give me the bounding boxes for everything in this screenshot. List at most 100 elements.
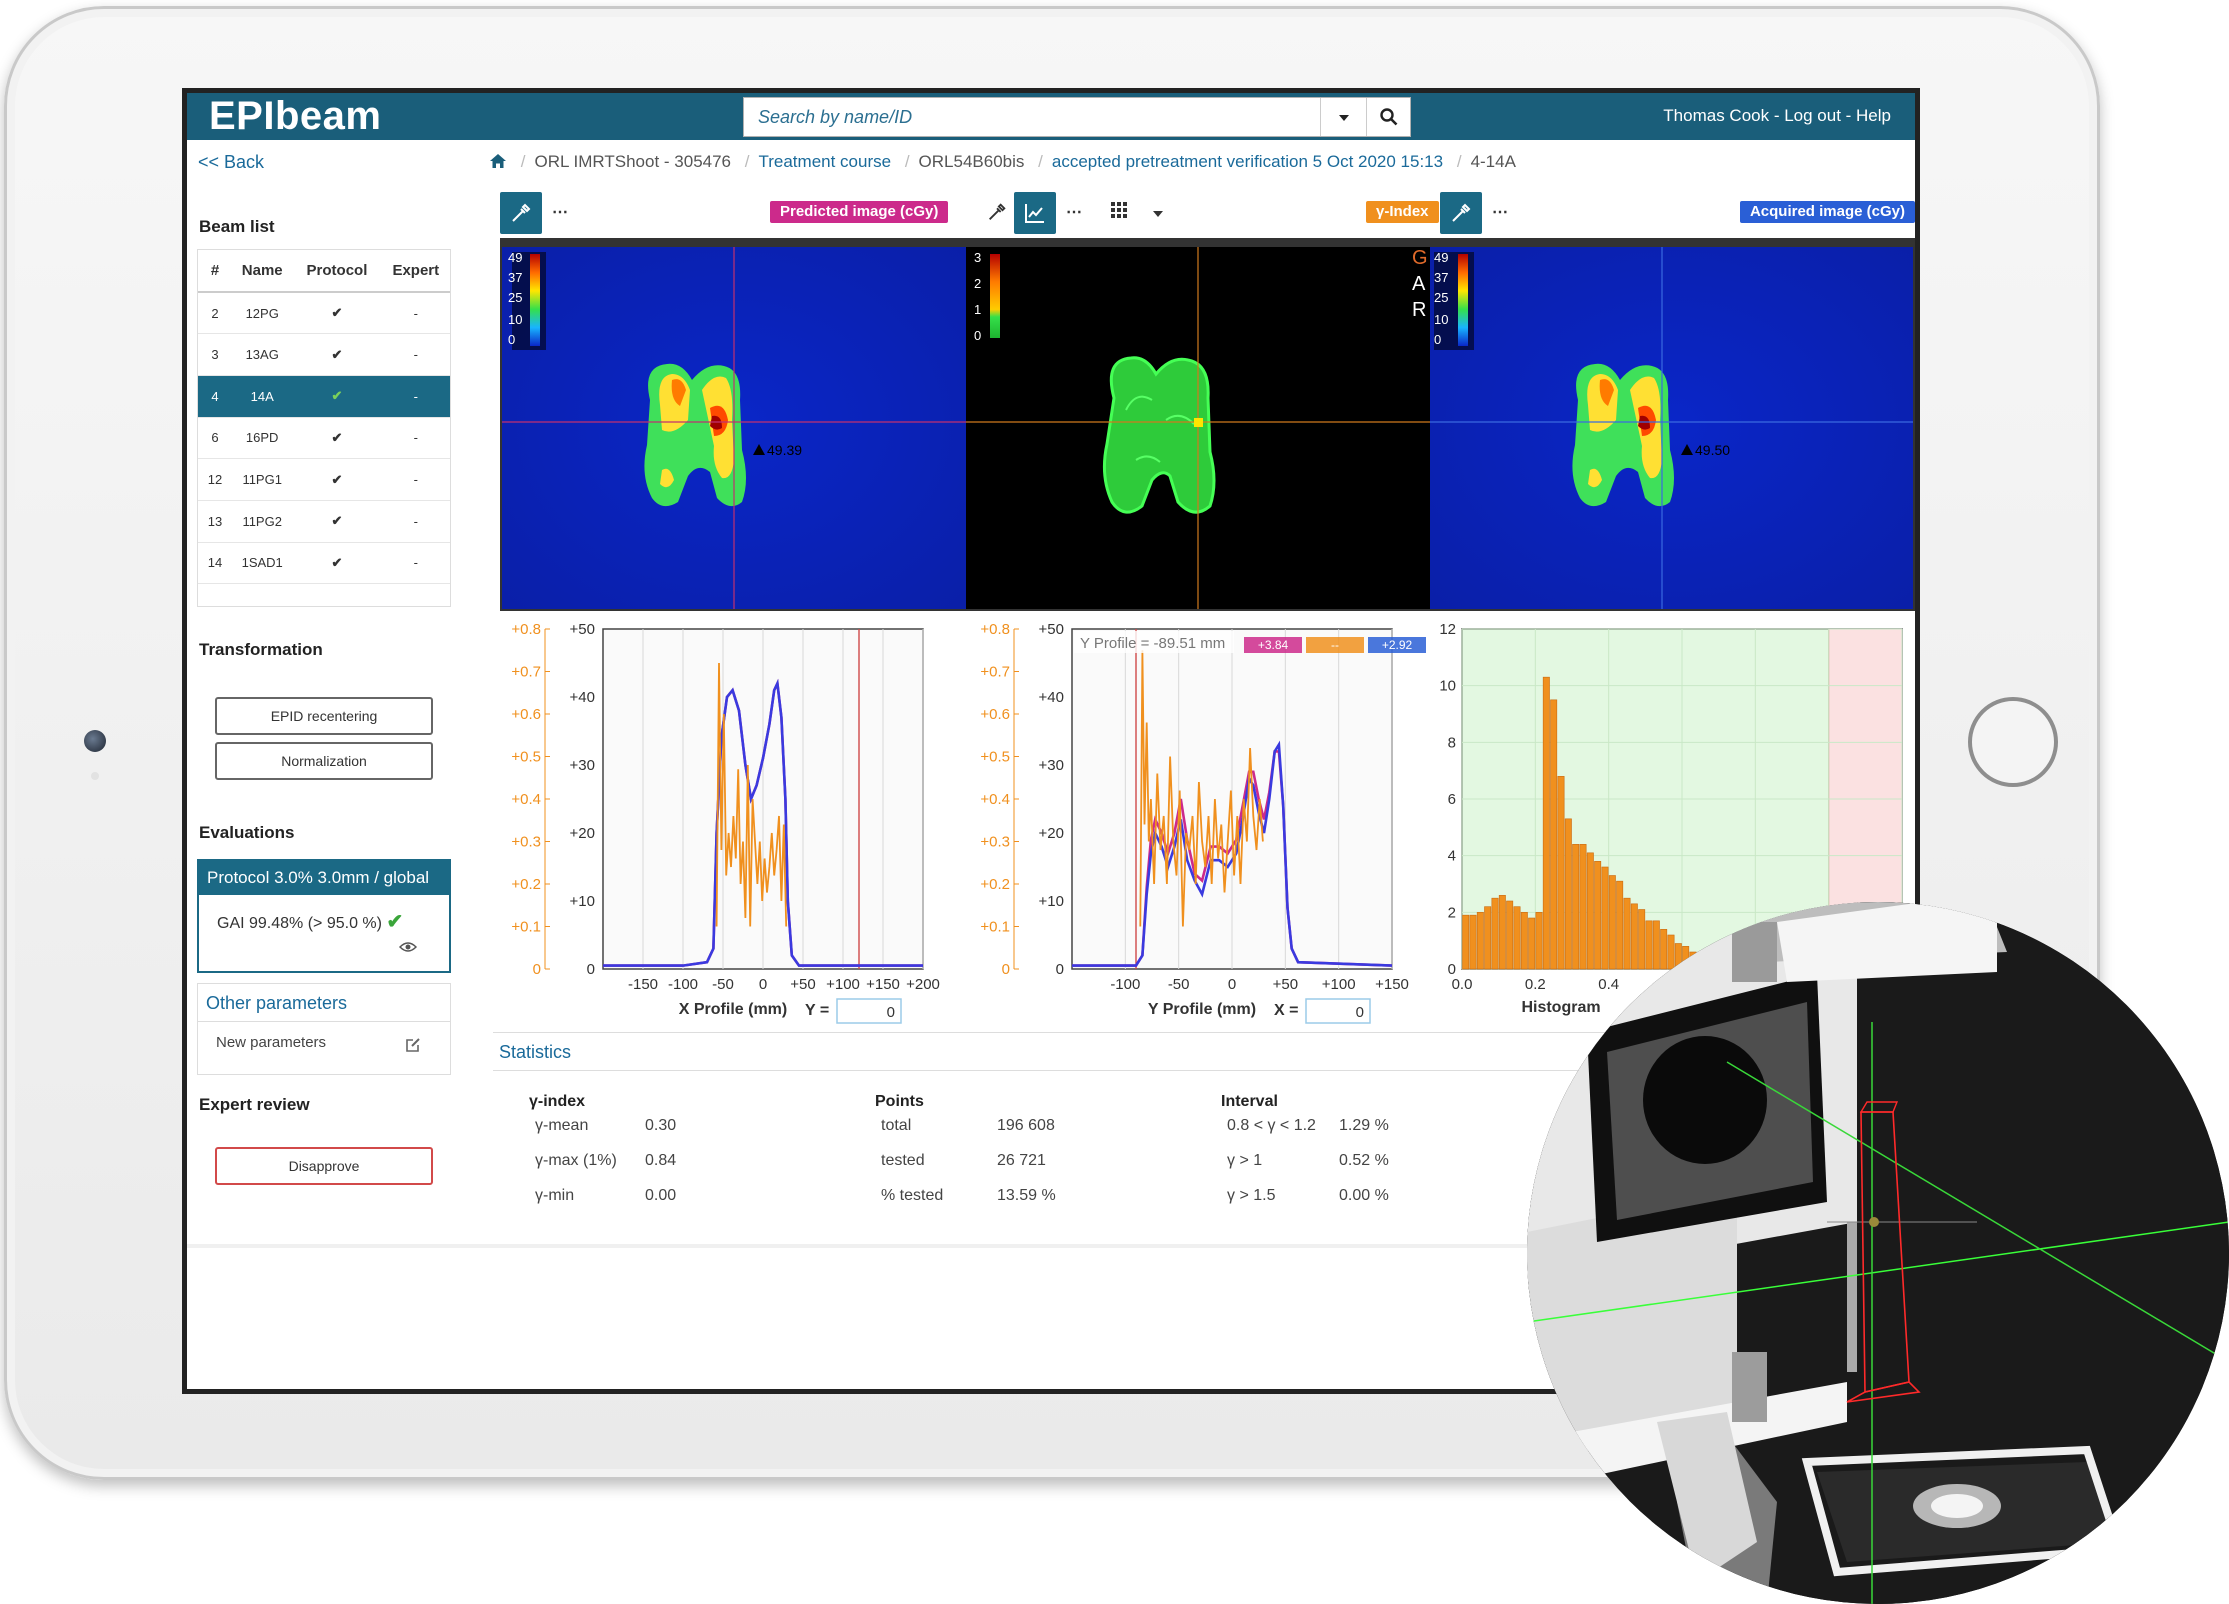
- colorbar-label: 49: [1434, 250, 1448, 265]
- y-profile-plot: -100 -50 0 +50 +100 +150 0 +10 +20 +30 +40 +50 0 +0.1…: [980, 621, 1426, 1024]
- dose-tick-label: +50: [570, 621, 595, 638]
- histogram-bar: [1652, 920, 1660, 970]
- x-tick-label: +200: [906, 976, 940, 993]
- acquired-image-view[interactable]: 49 37 25 10 0 49.50: [1430, 240, 1913, 609]
- breadcrumb-plan[interactable]: ORL54B60bis: [919, 152, 1025, 171]
- breadcrumb-patient[interactable]: ORL IMRTShoot - 305476: [534, 152, 731, 171]
- gamma-tick-label: +0.1: [980, 919, 1010, 936]
- colorbar-label: 25: [1434, 290, 1448, 305]
- beam-num: 14: [198, 542, 232, 585]
- y-profile-chart[interactable]: -100 -50 0 +50 +100 +150 0 +10 +20 +30 +40 +50 0 +0.1…: [962, 617, 1432, 1027]
- app-logo[interactable]: EPIbeam: [209, 94, 381, 139]
- beam-name: 13AG: [232, 333, 293, 376]
- gamma-tick-label: +0.6: [980, 706, 1010, 723]
- colorbar-label: 37: [508, 270, 522, 285]
- histogram-bar: [1542, 676, 1550, 970]
- gamma-tick-label: +0.3: [980, 834, 1010, 851]
- beam-num: 2: [198, 292, 232, 335]
- stat-label: γ > 1.5: [1227, 1187, 1276, 1204]
- other-parameters-panel: Other parameters New parameters: [197, 983, 451, 1075]
- beam-num: 13: [198, 500, 232, 543]
- stat-label: γ-max (1%): [535, 1152, 617, 1169]
- other-parameters-title[interactable]: Other parameters: [198, 984, 450, 1022]
- stat-value: 0.52 %: [1339, 1152, 1389, 1169]
- search-input[interactable]: [744, 98, 1319, 136]
- gamma-image-view[interactable]: 3 2 1 0 G A R: [966, 240, 1430, 609]
- x-axis-label: Histogram: [1521, 999, 1600, 1016]
- evaluation-card[interactable]: Protocol 3.0% 3.0mm / global GAI 99.48% …: [197, 859, 451, 973]
- eye-icon[interactable]: [399, 941, 417, 953]
- y-tick-label: 6: [1448, 791, 1456, 808]
- disapprove-button[interactable]: Disapprove: [215, 1147, 433, 1185]
- x-tick-label: -50: [712, 976, 734, 993]
- x-axis-label: X Profile (mm): [679, 1001, 787, 1018]
- check-icon: ✔: [292, 542, 382, 585]
- profile-tool-button[interactable]: [1014, 192, 1056, 234]
- colorbar-label: 0: [508, 332, 515, 347]
- breadcrumb-course[interactable]: Treatment course: [758, 152, 891, 171]
- options-dash-predicted[interactable]: ⋯: [552, 202, 568, 222]
- check-icon: ✔: [292, 375, 382, 418]
- gamma-tick-label: +0.7: [511, 664, 541, 681]
- normalization-button[interactable]: Normalization: [215, 742, 433, 780]
- grid-tool-button[interactable]: [1110, 201, 1130, 221]
- beam-expert: -: [381, 417, 450, 460]
- interval-stats-header: Interval: [1221, 1093, 1278, 1110]
- histogram-bar: [1579, 844, 1587, 970]
- stat-value: 196 608: [997, 1117, 1055, 1134]
- home-button[interactable]: [1968, 697, 2058, 787]
- pick-tool-button-predicted[interactable]: [500, 192, 542, 234]
- gamma-index-badge: γ-Index: [1366, 201, 1439, 223]
- user-links[interactable]: Thomas Cook - Log out - Help: [1663, 106, 1891, 126]
- search-button[interactable]: [1366, 98, 1412, 136]
- beam-expert: -: [381, 292, 450, 335]
- pick-tool-button-acquired[interactable]: [1440, 192, 1482, 234]
- breadcrumb-verification[interactable]: accepted pretreatment verification 5 Oct…: [1052, 152, 1443, 171]
- y-tick-label: 8: [1448, 734, 1456, 751]
- line-chart-icon: [1025, 204, 1044, 223]
- image-toolbar: ⋯ Predicted image (cGy) ⋯ γ-Index ⋯ Acqu…: [500, 192, 1915, 234]
- beam-row[interactable]: 2 12PG ✔ -: [198, 292, 450, 335]
- pick-tool-button-profile[interactable]: [986, 201, 1012, 227]
- options-dash-acquired[interactable]: ⋯: [1492, 202, 1508, 222]
- search-dropdown-button[interactable]: [1320, 98, 1366, 136]
- dose-tick-label: +30: [570, 757, 595, 774]
- beam-row[interactable]: 14 1SAD1 ✔ -: [198, 542, 450, 585]
- x-axis-label: Y Profile (mm): [1148, 1001, 1256, 1018]
- profile-input-label: Y =: [805, 1002, 829, 1019]
- beam-row[interactable]: 12 11PG1 ✔ -: [198, 458, 450, 501]
- beam-row[interactable]: 13 11PG2 ✔ -: [198, 500, 450, 543]
- profile-title: Y Profile = -89.51 mm: [1080, 635, 1225, 652]
- breadcrumb-beam: 4-14A: [1470, 152, 1516, 171]
- x-profile-chart[interactable]: -150 -100 -50 0 +50 +100 +150 +200 0 +10 +20 +30 +40…: [493, 617, 963, 1027]
- beam-row-selected[interactable]: 4 14A ✔ -: [198, 375, 450, 418]
- options-dash-profile[interactable]: ⋯: [1066, 202, 1082, 222]
- back-link[interactable]: << Back: [198, 152, 264, 173]
- gar-letter-g: G: [1412, 247, 1428, 269]
- gar-letter-a: A: [1412, 273, 1426, 295]
- grid-dropdown-button[interactable]: [1152, 206, 1164, 224]
- y-tick-label: 10: [1439, 678, 1456, 695]
- gamma-tick-label: +0.1: [511, 919, 541, 936]
- dose-tick-label: 0: [1056, 961, 1064, 978]
- predicted-image-view[interactable]: 49 37 25 10 0 49.39: [502, 240, 966, 609]
- beam-row[interactable]: 3 13AG ✔ -: [198, 333, 450, 376]
- edit-icon[interactable]: [404, 1036, 422, 1054]
- protocol-label: Protocol 3.0% 3.0mm / global: [199, 861, 449, 895]
- new-parameters-label: New parameters: [216, 1034, 327, 1051]
- expert-review-title: Expert review: [199, 1095, 310, 1114]
- beam-expert: -: [381, 458, 450, 501]
- histogram-bar: [1520, 912, 1528, 970]
- top-bar: EPIbeam Thomas Cook - Log out - Help: [187, 93, 1915, 140]
- histogram-bar: [1623, 897, 1631, 970]
- histogram-bar: [1601, 866, 1609, 970]
- profile-input-label: X =: [1274, 1002, 1298, 1019]
- acquired-max-label: 49.50: [1695, 442, 1730, 458]
- home-icon[interactable]: [489, 153, 507, 169]
- x-tick-label: +150: [1375, 976, 1409, 993]
- histogram-bar: [1608, 875, 1616, 970]
- linac-3d-view[interactable]: [1527, 902, 2229, 1604]
- beam-row[interactable]: 6 16PD ✔ -: [198, 417, 450, 460]
- transformation-title: Transformation: [199, 640, 323, 659]
- epid-recentering-button[interactable]: EPID recentering: [215, 697, 433, 735]
